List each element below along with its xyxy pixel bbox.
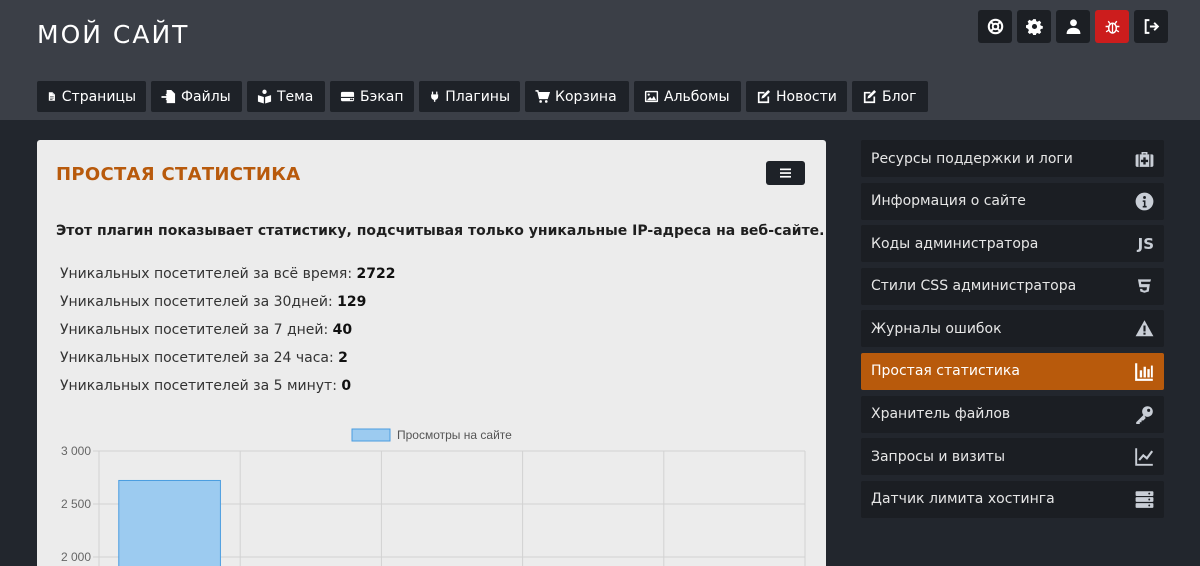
- sidebar-item-label: Журналы ошибок: [871, 320, 1002, 337]
- logout-button[interactable]: [1134, 10, 1168, 43]
- shopping-cart-icon: [535, 90, 550, 103]
- sidebar-item-admin-css[interactable]: Стили CSS администратора: [861, 267, 1164, 305]
- card-title: ПРОСТАЯ СТАТИСТИКА: [56, 164, 301, 185]
- sidebar-item-site-info[interactable]: Информация о сайте: [861, 182, 1164, 220]
- nav-item-label: Новости: [776, 88, 837, 105]
- medkit-icon: [1135, 151, 1154, 167]
- sidebar-item-label: Запросы и визиты: [871, 448, 1006, 465]
- plug-icon: [431, 91, 439, 102]
- image-icon: [644, 90, 659, 103]
- warning-icon: [1135, 320, 1154, 337]
- stat-30-days: Уникальных посетителей за 30дней: 129: [60, 294, 367, 310]
- sidebar-item-hosting-limit[interactable]: Датчик лимита хостинга: [861, 480, 1164, 518]
- css3-icon: [1137, 279, 1152, 293]
- hdd-icon: [340, 91, 355, 102]
- sidebar-item-label: Стили CSS администратора: [871, 278, 1077, 295]
- nav-item-label: Бэкап: [360, 88, 404, 105]
- sidebar-item-admin-codes[interactable]: Коды администратора JS: [861, 225, 1164, 263]
- stat-all-time: Уникальных посетителей за всё время: 272…: [60, 266, 396, 282]
- statistics-card: ПРОСТАЯ СТАТИСТИКА Этот плагин показывае…: [37, 140, 826, 566]
- nav-item-label: Альбомы: [664, 88, 730, 105]
- sign-out-icon: [1144, 19, 1159, 34]
- chart-y-ticks: 3 000 2 500 2 000: [61, 444, 91, 564]
- stat-5-minutes: Уникальных посетителей за 5 минут: 0: [60, 378, 352, 394]
- sidebar-item-simple-stats[interactable]: Простая статистика: [861, 352, 1164, 390]
- info-circle-icon: [1135, 192, 1154, 210]
- sidebar-item-label: Коды администратора: [871, 235, 1039, 252]
- sidebar: Ресурсы поддержки и логи Информация о са…: [861, 140, 1164, 523]
- plugin-description: Этот плагин показывает статистику, подсч…: [56, 223, 825, 239]
- sidebar-item-label: Простая статистика: [871, 363, 1020, 380]
- main-nav: Страницы Файлы Тема Бэкап Плагины Корзин…: [37, 81, 928, 112]
- file-import-icon: [161, 89, 176, 104]
- nav-item-plugins[interactable]: Плагины: [419, 81, 520, 112]
- stat-24-hours: Уникальных посетителей за 24 часа: 2: [60, 350, 348, 366]
- sidebar-item-label: Датчик лимита хостинга: [871, 491, 1055, 508]
- debug-button[interactable]: [1095, 10, 1129, 43]
- bug-icon: [1105, 20, 1119, 34]
- sidebar-item-requests[interactable]: Запросы и визиты: [861, 438, 1164, 476]
- y-tick-label: 3 000: [61, 444, 91, 458]
- hamburger-icon: [780, 168, 791, 178]
- nav-item-cart[interactable]: Корзина: [525, 81, 629, 112]
- profile-button[interactable]: [1056, 10, 1090, 43]
- file-icon: [48, 92, 55, 101]
- edit-icon: [757, 89, 771, 104]
- js-icon: JS: [1137, 234, 1154, 253]
- chart-bar-icon: [1135, 363, 1153, 381]
- legend-label: Просмотры на сайте: [397, 428, 512, 442]
- stats-list: Уникальных посетителей за всё время: 272…: [60, 266, 395, 406]
- stat-value: 0: [341, 378, 352, 394]
- sidebar-item-label: Информация о сайте: [871, 193, 1026, 210]
- gear-icon: [1025, 19, 1043, 35]
- site-title[interactable]: МОЙ САЙТ: [37, 20, 189, 49]
- lifebuoy-icon: [987, 18, 1003, 35]
- nav-item-label: Тема: [277, 88, 314, 105]
- nav-item-files[interactable]: Файлы: [151, 81, 242, 112]
- sidebar-item-label: Хранитель файлов: [871, 406, 1011, 423]
- nav-item-label: Корзина: [555, 88, 617, 105]
- user-icon: [1066, 19, 1080, 34]
- key-icon: [1136, 405, 1153, 424]
- sidebar-item-support[interactable]: Ресурсы поддержки и логи: [861, 140, 1164, 177]
- topbar: МОЙ САЙТ Страницы Файлы Тема Бэкап Плаги…: [0, 0, 1200, 120]
- chart-bars: [118, 479, 221, 566]
- chart-bar[interactable]: [118, 479, 221, 566]
- nav-item-label: Плагины: [445, 88, 510, 105]
- nav-item-blog[interactable]: Блог: [852, 81, 928, 112]
- server-icon: [1135, 490, 1154, 508]
- settings-button[interactable]: [1017, 10, 1051, 43]
- nav-item-pages[interactable]: Страницы: [37, 81, 146, 112]
- legend-swatch: [351, 428, 391, 442]
- edit-icon: [863, 89, 877, 104]
- sidebar-item-error-logs[interactable]: Журналы ошибок: [861, 310, 1164, 348]
- stat-7-days: Уникальных посетителей за 7 дней: 40: [60, 322, 353, 338]
- y-tick-label: 2 500: [61, 497, 91, 511]
- views-chart: 3 000 2 500 2 000 Просмотры на сайте: [61, 428, 806, 566]
- nav-item-label: Страницы: [61, 88, 136, 105]
- book-reader-icon: [257, 89, 272, 104]
- nav-item-label: Блог: [882, 88, 917, 105]
- nav-item-albums[interactable]: Альбомы: [634, 81, 741, 112]
- stat-value: 2722: [356, 266, 396, 282]
- card-menu-button[interactable]: [766, 161, 805, 185]
- stat-value: 2: [338, 350, 348, 366]
- chart-line-icon: [1135, 448, 1154, 466]
- top-toolbar: [978, 10, 1168, 43]
- sidebar-item-label: Ресурсы поддержки и логи: [871, 150, 1073, 167]
- y-tick-label: 2 000: [61, 550, 91, 564]
- help-button[interactable]: [978, 10, 1012, 43]
- stat-value: 129: [337, 294, 367, 310]
- nav-item-theme[interactable]: Тема: [247, 81, 325, 112]
- sidebar-item-file-keeper[interactable]: Хранитель файлов: [861, 395, 1164, 433]
- nav-item-backup[interactable]: Бэкап: [330, 81, 414, 112]
- nav-item-label: Файлы: [181, 88, 231, 105]
- stat-value: 40: [332, 322, 353, 338]
- nav-item-news[interactable]: Новости: [746, 81, 847, 112]
